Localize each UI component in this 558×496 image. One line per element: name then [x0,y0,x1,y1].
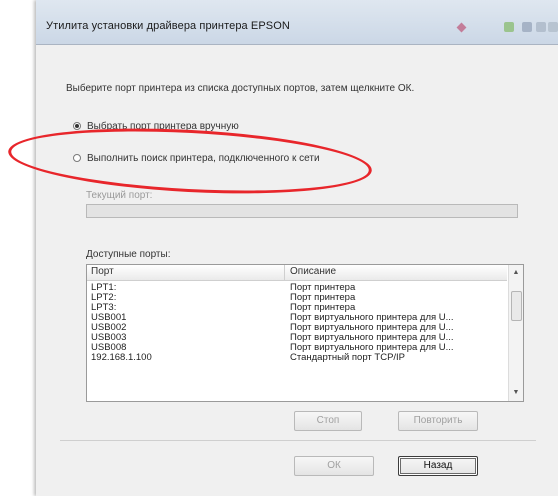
vertical-scrollbar[interactable]: ▲ ▼ [508,265,523,401]
back-button[interactable]: Назад [398,456,478,476]
radio-manual-label: Выбрать порт принтера вручную [87,120,239,132]
taskbar-icon [548,22,558,32]
ok-button[interactable]: ОК [294,456,374,476]
taskbar-icon [456,22,467,33]
divider [60,440,536,441]
description-cell: Стандартный порт TCP/IP [290,352,406,363]
radio-button[interactable] [73,154,81,162]
list-header: Порт Описание [87,265,507,281]
dialog-window: Утилита установки драйвера принтера EPSO… [36,0,558,496]
taskbar-icon [522,22,532,32]
column-header-description[interactable]: Описание [290,266,336,277]
port-cell: 192.168.1.100 [91,352,152,363]
stop-button[interactable]: Стоп [294,411,362,431]
taskbar-icon [504,22,514,32]
scroll-down-icon[interactable]: ▼ [509,387,523,399]
current-port-field [86,204,518,218]
list-rows: LPT1: Порт принтера LPT2: Порт принтера … [87,283,507,363]
scroll-up-icon[interactable]: ▲ [509,267,523,279]
column-header-port[interactable]: Порт [91,266,114,277]
window-title: Утилита установки драйвера принтера EPSO… [46,20,290,32]
retry-button[interactable]: Повторить [398,411,478,431]
scroll-thumb[interactable] [511,291,522,321]
title-bar: Утилита установки драйвера принтера EPSO… [36,0,558,45]
radio-search-network[interactable]: Выполнить поиск принтера, подключенного … [73,151,320,165]
ports-list[interactable]: Порт Описание LPT1: Порт принтера LPT2: … [86,264,524,402]
radio-button-checked[interactable] [73,122,81,130]
radio-manual-port[interactable]: Выбрать порт принтера вручную [73,119,239,133]
radio-search-label: Выполнить поиск принтера, подключенного … [87,152,320,164]
instruction-text: Выберите порт принтера из списка доступн… [66,83,415,94]
list-item[interactable]: 192.168.1.100 Стандартный порт TCP/IP [87,353,507,363]
column-separator [284,265,285,280]
taskbar-icon [536,22,546,32]
current-port-label: Текущий порт: [86,190,153,201]
available-ports-label: Доступные порты: [86,249,171,260]
